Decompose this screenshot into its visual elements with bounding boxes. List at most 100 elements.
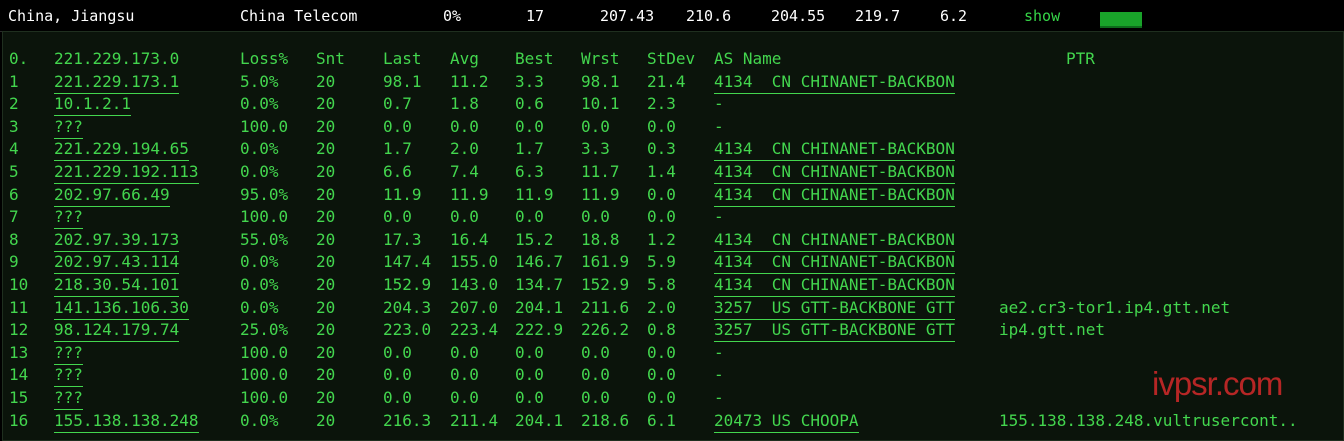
hop-wrst: 0.0 xyxy=(581,207,610,227)
hop-avg: 0.0 xyxy=(450,365,479,385)
hop-last: 0.7 xyxy=(383,94,412,114)
hop-row: 3??? 100.0 20 0.0 0.0 0.0 0.0 0.0 - xyxy=(3,116,1343,139)
hop-host[interactable]: ??? xyxy=(54,116,83,139)
hop-snt: 20 xyxy=(316,252,336,272)
hop-host[interactable]: 218.30.54.101 xyxy=(54,274,180,297)
hop-last: 216.3 xyxy=(383,410,432,430)
hop-host[interactable]: 221.229.194.65 xyxy=(54,138,189,162)
hop-ptr: 155.138.138.248.vultrusercont.. xyxy=(999,410,1298,430)
col-avg-header: Avg xyxy=(450,49,479,68)
hop-snt: 20 xyxy=(316,116,336,136)
hop-hop: 10 xyxy=(9,275,29,294)
hop-stdev: 0.0 xyxy=(647,365,676,385)
hop-row: 11 141.136.106.30 0.0% 20 204.3 207.0 204.1 211… xyxy=(3,297,1343,320)
hop-host[interactable]: ??? xyxy=(54,387,83,410)
hop-ptr: ae2.cr3-tor1.ip4.gtt.net xyxy=(999,297,1231,317)
hop-avg: 155.0 xyxy=(450,252,499,272)
hop-as[interactable]: 4134 CN CHINANET-BACKBON xyxy=(714,251,955,275)
hop-as[interactable]: 3257 US GTT-BACKBONE GTT xyxy=(714,319,955,343)
hop-snt: 20 xyxy=(316,94,336,114)
hop-row: 15??? 100.0 20 0.0 0.0 0.0 0.0 0.0 - xyxy=(3,387,1343,410)
hop-snt: 20 xyxy=(316,139,336,159)
hop-loss: 0.0% xyxy=(240,94,279,114)
hop-host[interactable]: ??? xyxy=(54,342,83,365)
hop-as[interactable]: - xyxy=(714,116,724,138)
hop-stdev: 0.3 xyxy=(647,139,676,159)
hop-host[interactable]: 221.229.173.1 xyxy=(54,71,180,94)
hop-wrst: 0.0 xyxy=(581,116,610,136)
hop-as[interactable]: - xyxy=(714,206,724,228)
hop-hop: 3 xyxy=(9,116,19,136)
col-last-header: Last xyxy=(383,49,422,68)
hop-avg: 207.0 xyxy=(450,297,499,317)
hop-host[interactable]: ??? xyxy=(54,364,83,388)
hop-host[interactable]: 202.97.43.114 xyxy=(54,251,180,275)
hop-wrst: 98.1 xyxy=(581,71,620,91)
hop-snt: 20 xyxy=(316,71,336,91)
summary-bar: China, Jiangsu China Telecom 0% 17 207.4… xyxy=(0,0,1344,32)
hop-wrst: 11.9 xyxy=(581,184,620,204)
hop-last: 0.0 xyxy=(383,342,412,362)
hop-as[interactable]: - xyxy=(714,342,724,364)
hop-row: 7??? 100.0 20 0.0 0.0 0.0 0.0 0.0 - xyxy=(3,206,1343,230)
hop-last: 223.0 xyxy=(383,320,432,340)
hop-host[interactable]: 202.97.39.173 xyxy=(54,229,180,252)
hop-best: 0.0 xyxy=(515,116,544,136)
hop-stdev: 1.2 xyxy=(647,229,676,249)
hop-avg: 143.0 xyxy=(450,275,499,294)
hop-last: 0.0 xyxy=(383,365,412,385)
latency-bar[interactable] xyxy=(1100,12,1142,28)
hop-row: 12 98.124.179.74 25.0% 20 223.0 223.4 222.9 226… xyxy=(3,319,1343,343)
hop-host[interactable]: 141.136.106.30 xyxy=(54,297,189,320)
hop-as[interactable]: 4134 CN CHINANET-BACKBON xyxy=(714,184,955,207)
hop-host[interactable]: 202.97.66.49 xyxy=(54,184,170,207)
hop-last: 147.4 xyxy=(383,252,432,272)
hop-loss: 0.0% xyxy=(240,297,279,317)
mtr-output-panel: 0. 221.229.173.0 Loss% Snt Last Avg Best… xyxy=(2,31,1344,441)
hop-snt: 20 xyxy=(316,388,336,407)
hop-snt: 20 xyxy=(316,320,336,340)
hop-loss: 0.0% xyxy=(240,275,279,294)
hop-hop: 2 xyxy=(9,94,19,114)
hop-avg: 2.0 xyxy=(450,139,479,159)
hop-stdev: 1.4 xyxy=(647,162,676,181)
hop-as[interactable]: 4134 CN CHINANET-BACKBON xyxy=(714,71,955,94)
hop-as[interactable]: 4134 CN CHINANET-BACKBON xyxy=(714,229,955,252)
hop-hop: 8 xyxy=(9,229,19,249)
hop-ptr: ip4.gtt.net xyxy=(999,320,1105,340)
hop-host[interactable]: 10.1.2.1 xyxy=(54,93,132,117)
hop-host[interactable]: 155.138.138.248 xyxy=(54,410,199,433)
hop-as[interactable]: 3257 US GTT-BACKBONE GTT xyxy=(714,297,955,320)
hop-best: 146.7 xyxy=(515,252,564,272)
hop-loss: 100.0 xyxy=(240,116,289,136)
hop-stdev: 21.4 xyxy=(647,71,686,91)
hop-stdev: 0.0 xyxy=(647,207,676,227)
hop-hop: 12 xyxy=(9,320,29,340)
hop-as[interactable]: 20473 US CHOOPA xyxy=(714,410,859,433)
col-loss-header: Loss% xyxy=(240,49,289,68)
hop-best: 3.3 xyxy=(515,71,544,91)
hop-as[interactable]: 4134 CN CHINANET-BACKBON xyxy=(714,274,955,297)
hop-stdev: 2.0 xyxy=(647,297,676,317)
hop-hop: 14 xyxy=(9,365,29,385)
hop-host[interactable]: 221.229.192.113 xyxy=(54,161,199,184)
hop-avg: 11.9 xyxy=(450,184,489,204)
hop-stdev: 2.3 xyxy=(647,94,676,114)
hop-as[interactable]: 4134 CN CHINANET-BACKBON xyxy=(714,138,955,162)
hop-host[interactable]: ??? xyxy=(54,206,83,230)
show-toggle-link[interactable]: show xyxy=(1024,7,1060,25)
hop-as[interactable]: - xyxy=(714,93,724,115)
hop-last: 6.6 xyxy=(383,162,412,181)
hop-row: 10 218.30.54.101 0.0% 20 152.9 143.0 134.7 152.… xyxy=(3,274,1343,297)
hop-as[interactable]: - xyxy=(714,364,724,386)
col-hop-header: 0. xyxy=(9,49,29,68)
hop-host[interactable]: 98.124.179.74 xyxy=(54,319,180,343)
col-best-header: Best xyxy=(515,49,554,68)
hop-best: 0.6 xyxy=(515,94,544,114)
hop-as[interactable]: 4134 CN CHINANET-BACKBON xyxy=(714,161,955,184)
hop-row: 6 202.97.66.49 95.0% 20 11.9 11.9 11.9 11.9 0.0 4… xyxy=(3,184,1343,207)
hop-as[interactable]: - xyxy=(714,387,724,409)
hop-loss: 100.0 xyxy=(240,388,289,407)
summary-worst: 219.7 xyxy=(855,7,901,25)
hop-best: 11.9 xyxy=(515,184,554,204)
